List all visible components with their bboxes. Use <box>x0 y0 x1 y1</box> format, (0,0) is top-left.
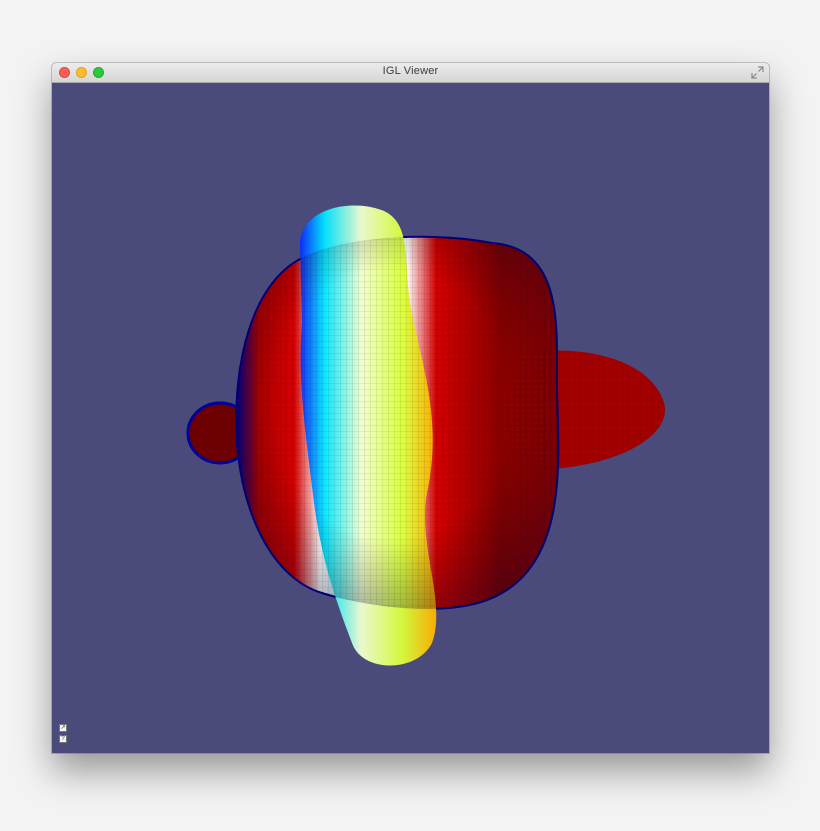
view-toggle-icon[interactable]: ↗ <box>59 724 67 732</box>
help-toggle-icon[interactable]: ? <box>59 735 67 743</box>
mesh-render <box>186 205 665 666</box>
window-title: IGL Viewer <box>382 65 439 77</box>
fullscreen-icon[interactable] <box>751 66 764 79</box>
title-bar[interactable]: IGL Viewer <box>52 63 769 83</box>
3d-viewport[interactable]: ↗ ? <box>52 83 769 753</box>
igl-viewer-window: IGL Viewer ↗ ? <box>52 63 769 753</box>
